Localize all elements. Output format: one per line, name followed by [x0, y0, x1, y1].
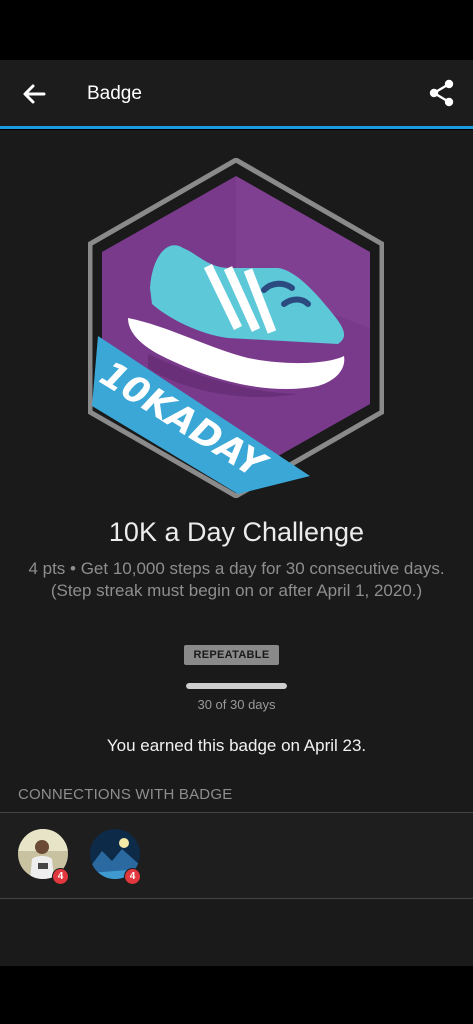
navigation-bar: [0, 966, 473, 1024]
connections-header: CONNECTIONS WITH BADGE: [18, 786, 233, 803]
share-button[interactable]: [427, 78, 457, 108]
connections-list: 4 4: [0, 813, 473, 898]
connection-level-badge: 4: [124, 868, 141, 885]
header-accent-line: [0, 126, 473, 129]
progress-bar: [186, 683, 287, 689]
progress-bar-fill: [186, 683, 287, 689]
divider: [0, 898, 473, 899]
progress-label: 30 of 30 days: [197, 697, 276, 712]
share-icon: [429, 79, 454, 107]
repeatable-chip: REPEATABLE: [184, 645, 279, 665]
earned-date-text: You earned this badge on April 23.: [106, 736, 367, 755]
status-bar: [0, 0, 473, 60]
badge-description: 4 pts • Get 10,000 steps a day for 30 co…: [28, 559, 445, 600]
arrow-left-icon: [23, 84, 46, 104]
badge-detail: 10KADAY 10K a Day Challenge 4 pts • Get …: [0, 130, 473, 966]
back-button[interactable]: [18, 78, 50, 110]
app-bar: Badge: [0, 60, 473, 129]
page-title: Badge: [87, 83, 142, 104]
badge-emblem: 10KADAY: [87, 157, 385, 499]
badge-name: 10K a Day Challenge: [108, 517, 365, 547]
badge-emblem-graphic: 10KADAY: [87, 157, 385, 499]
connection-level-badge: 4: [52, 868, 69, 885]
